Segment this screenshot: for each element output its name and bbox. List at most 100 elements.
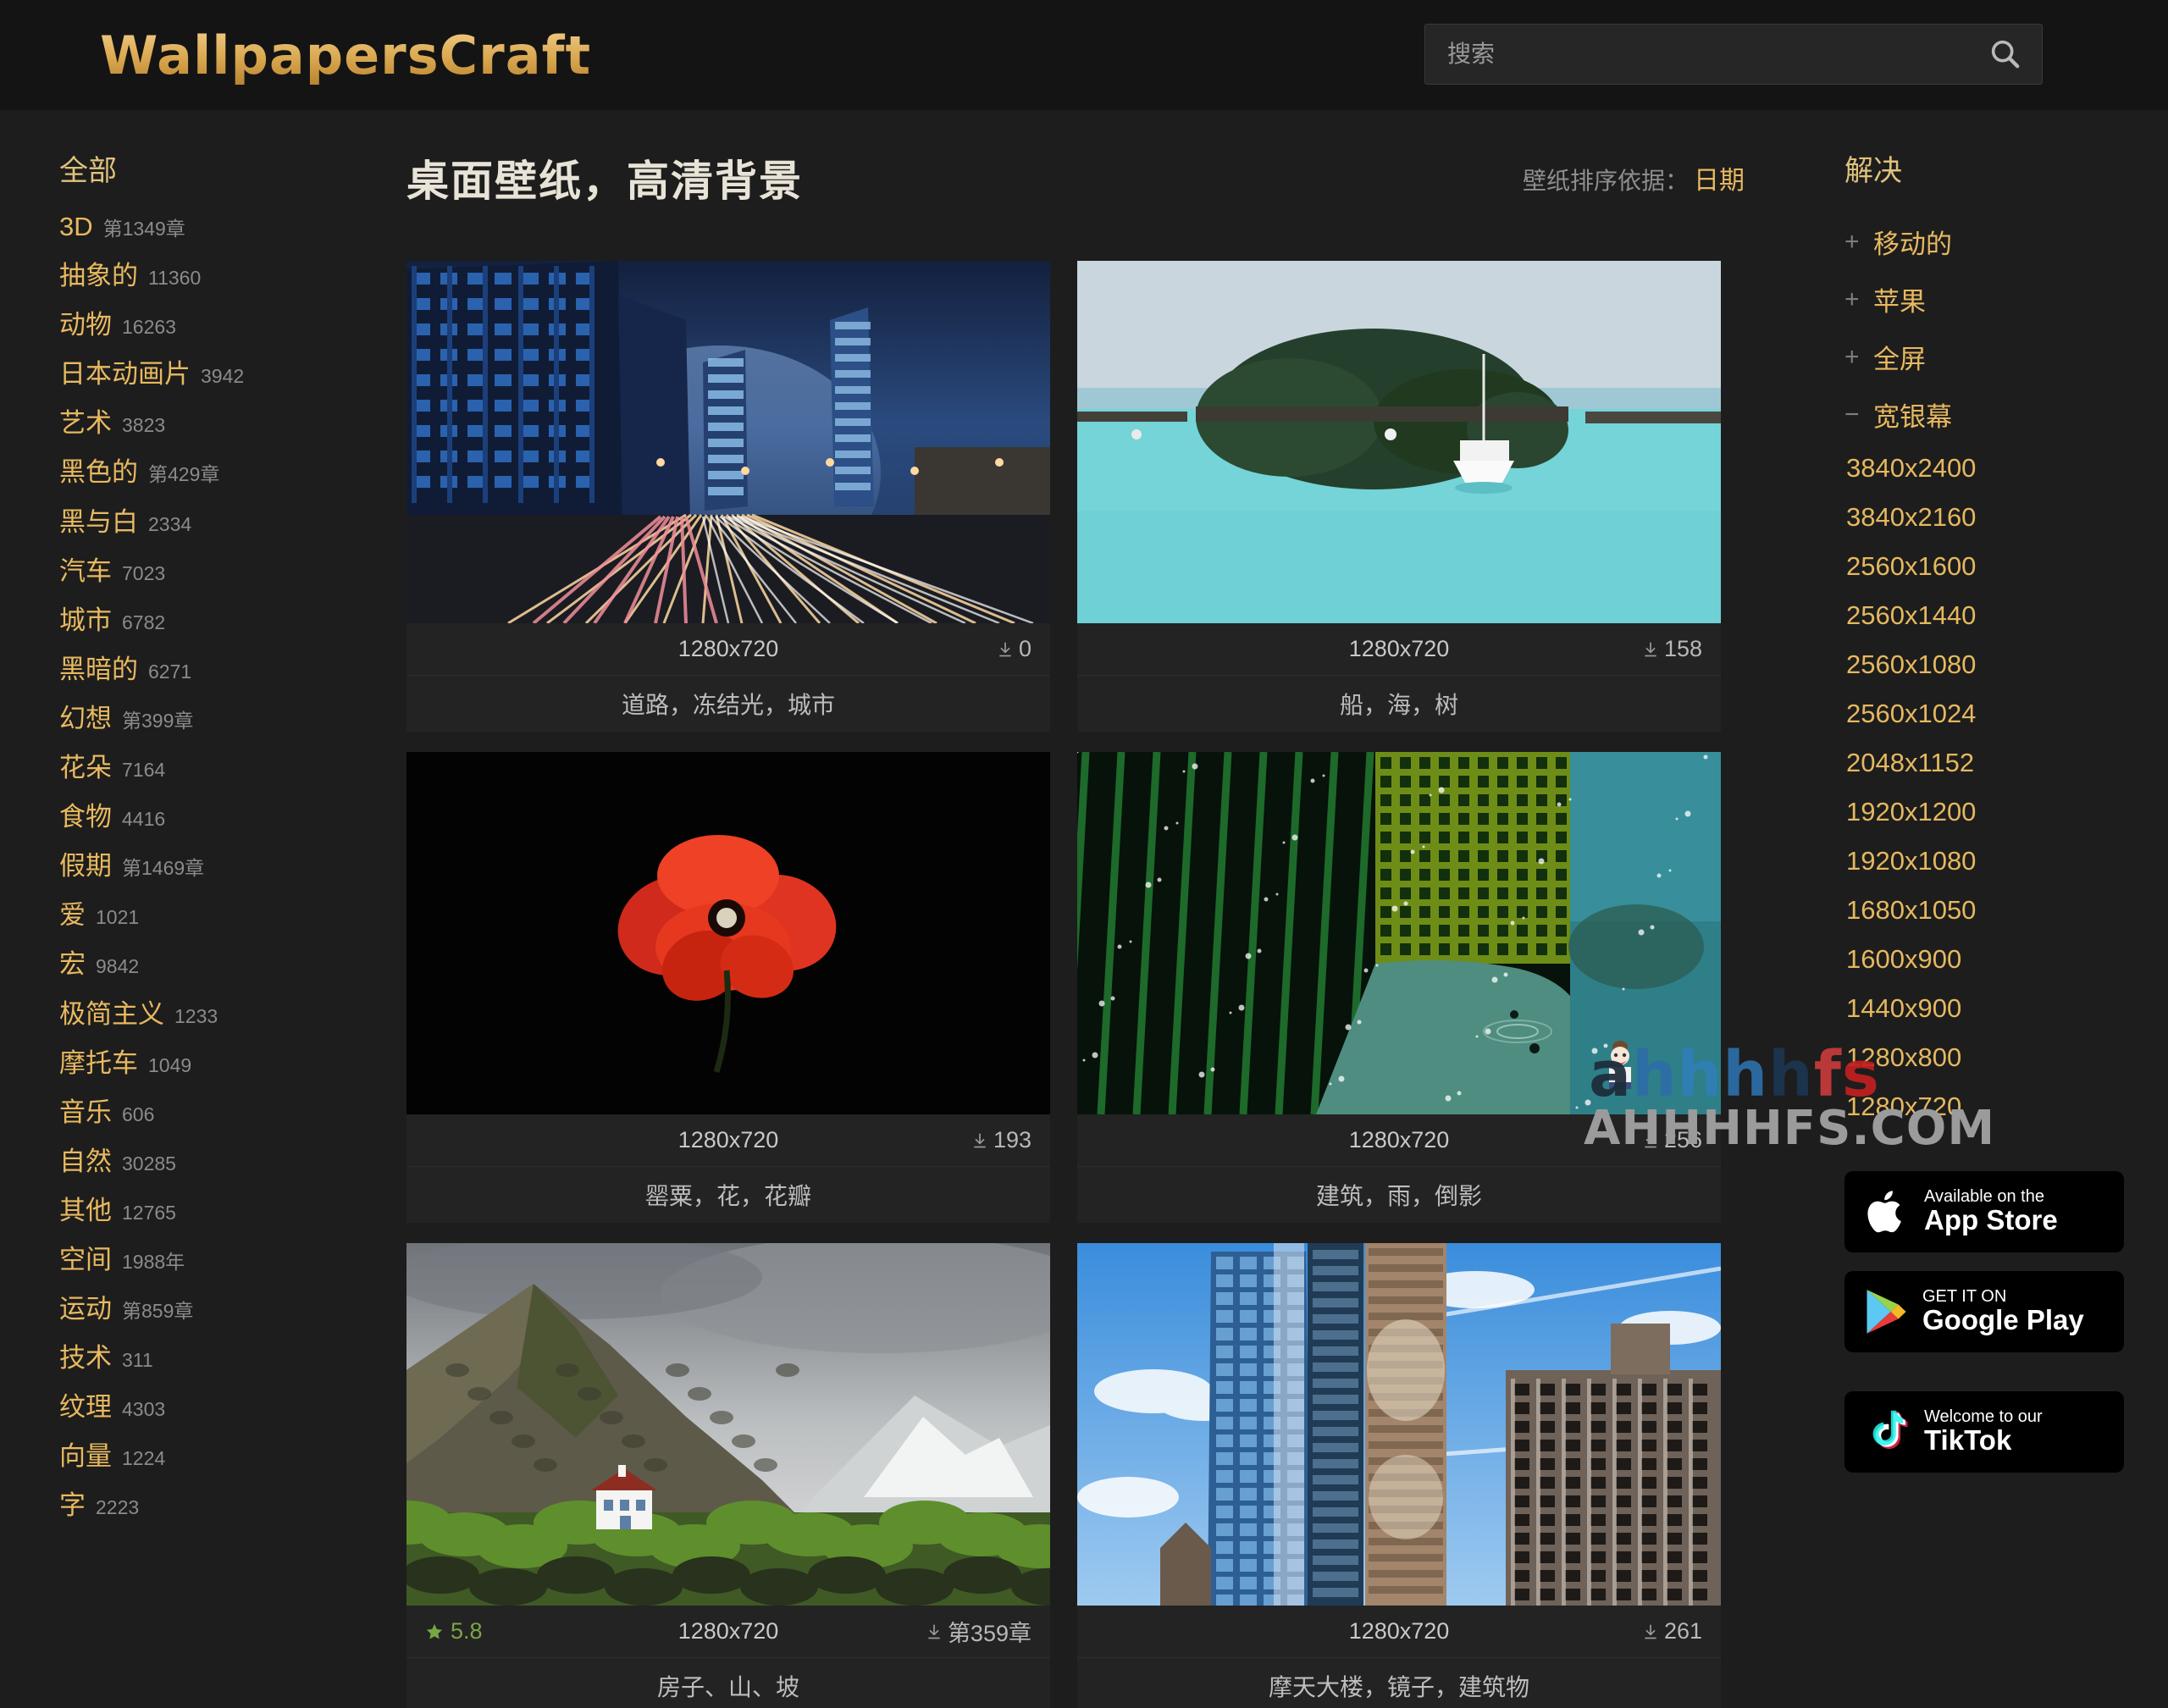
category-item[interactable]: 运动第859章 [59,1295,398,1324]
wallpaper-thumbnail[interactable] [406,752,1050,1114]
resolution-item[interactable]: 2560x1024 [1846,699,2168,729]
search-button[interactable] [1969,25,2042,84]
resolution-item[interactable]: 1680x1050 [1846,895,2168,926]
wallpaper-card[interactable]: 1280x720 0 道路，冻结光，城市 [406,261,1050,732]
app-store-badge[interactable]: Available on the App Store [1844,1171,2124,1252]
wallpaper-thumbnail[interactable] [406,1243,1050,1606]
resolution-item[interactable]: 2560x1440 [1846,600,2168,631]
category-count: 第1469章 [122,858,204,879]
category-item[interactable]: 花朵7164 [59,754,398,782]
resolution-item[interactable]: 1600x900 [1846,944,2168,975]
category-item[interactable]: 纹理4303 [59,1393,398,1422]
wallpaper-thumbnail[interactable] [1077,1243,1721,1606]
expand-toggle-icon[interactable]: − [1844,401,1860,429]
resolution-item[interactable]: 2560x1080 [1846,649,2168,680]
category-name: 音乐 [59,1098,112,1127]
expand-toggle-icon[interactable]: + [1844,228,1860,257]
star-icon [425,1622,444,1641]
resolution-group[interactable]: + 全屏 [1844,338,2168,376]
google-play-badge[interactable]: GET IT ON Google Play [1844,1271,2124,1352]
download-icon [971,1131,988,1150]
category-count: 3823 [122,415,165,436]
wallpaper-card[interactable]: 1280x720 256 建筑，雨，倒影 [1077,752,1721,1223]
category-item[interactable]: 极简主义1233 [59,1000,398,1029]
wallpaper-tags[interactable]: 摩天大楼，镜子，建筑物 [1077,1658,1721,1708]
wallpaper-thumbnail[interactable] [406,261,1050,623]
category-item[interactable]: 3D第1349章 [59,213,398,241]
category-item[interactable]: 字2223 [59,1491,398,1520]
category-item[interactable]: 自然30285 [59,1147,398,1176]
resolution-item[interactable]: 2560x1600 [1846,551,2168,582]
resolution-item[interactable]: 1920x1080 [1846,846,2168,876]
category-count: 第399章 [122,710,193,732]
category-list: 3D第1349章抽象的11360 动物16263 日本动画片3942 艺术3823 黑色… [59,213,398,1521]
expand-toggle-icon[interactable]: + [1844,343,1860,372]
tiktok-badge[interactable]: Welcome to our TikTok [1844,1391,2124,1473]
sidebar-title[interactable]: 全部 [59,147,398,189]
wallpaper-card[interactable]: 1280x720 261 摩天大楼，镜子，建筑物 [1077,1243,1721,1708]
category-item[interactable]: 其他12765 [59,1197,398,1225]
category-item[interactable]: 动物16263 [59,311,398,340]
category-item[interactable]: 黑与白2334 [59,508,398,537]
download-value: 0 [1019,636,1031,662]
category-item[interactable]: 艺术3823 [59,409,398,438]
category-item[interactable]: 幻想第399章 [59,705,398,733]
resolution-item[interactable]: 1920x1200 [1846,797,2168,827]
badge-subtitle: Welcome to our [1924,1408,2043,1426]
category-count: 3942 [201,366,244,387]
wallpaper-tags[interactable]: 房子、山、坡 [406,1658,1050,1708]
category-item[interactable]: 汽车7023 [59,557,398,586]
category-name: 摩托车 [59,1049,138,1078]
wallpaper-card[interactable]: 1280x720 158 船，海，树 [1077,261,1721,732]
category-item[interactable]: 音乐606 [59,1098,398,1127]
category-name: 城市 [59,606,112,635]
category-item[interactable]: 技术311 [59,1344,398,1373]
wallpaper-thumbnail[interactable] [1077,261,1721,623]
wallpaper-tags[interactable]: 道路，冻结光，城市 [406,676,1050,732]
wallpaper-tags[interactable]: 罂粟，花，花瓣 [406,1167,1050,1223]
resolution-item[interactable]: 1280x720 [1846,1092,2168,1122]
resolution-item[interactable]: 3840x2160 [1846,502,2168,533]
category-item[interactable]: 摩托车1049 [59,1049,398,1078]
resolution-item[interactable]: 3840x2400 [1846,453,2168,484]
category-item[interactable]: 黑暗的6271 [59,655,398,684]
expand-toggle-icon[interactable]: + [1844,285,1860,314]
category-item[interactable]: 黑色的第429章 [59,458,398,487]
category-item[interactable]: 食物4416 [59,803,398,832]
wallpaper-card[interactable]: 5.8 1280x720 第359章 房子、山、坡 [406,1243,1050,1708]
download-icon [1642,640,1659,659]
wallpaper-card[interactable]: 1280x720 193 罂粟，花，花瓣 [406,752,1050,1223]
category-item[interactable]: 日本动画片3942 [59,360,398,389]
wallpaper-tags[interactable]: 建筑，雨，倒影 [1077,1167,1721,1223]
category-item[interactable]: 宏9842 [59,950,398,979]
search-box[interactable] [1424,24,2043,85]
category-item[interactable]: 爱1021 [59,901,398,930]
resolution-group[interactable]: − 宽银幕 [1844,395,2168,434]
wallpaper-tags[interactable]: 船，海，树 [1077,676,1721,732]
resolution-group[interactable]: + 苹果 [1844,280,2168,318]
category-name: 食物 [59,803,112,832]
page-root: WallpapersCraft 全部 3D第1349章抽象的11360 动物162… [0,0,2168,1708]
category-item[interactable]: 空间1988年 [59,1246,398,1274]
category-count: 第859章 [122,1301,193,1322]
download-count: 193 [971,1127,1031,1153]
resolution-item[interactable]: 2048x1152 [1846,748,2168,778]
sort-value[interactable]: 日期 [1694,159,1745,196]
category-count: 1224 [122,1448,165,1469]
sort-control[interactable]: 壁纸排序依据： 日期 [1523,159,1745,196]
category-item[interactable]: 假期第1469章 [59,852,398,881]
download-value: 第359章 [948,1615,1031,1648]
category-count: 11360 [148,268,201,289]
resolution-item[interactable]: 1440x900 [1846,993,2168,1024]
category-name: 其他 [59,1197,112,1225]
page-title: 桌面壁纸，高清背景 [406,147,803,208]
category-item[interactable]: 向量1224 [59,1442,398,1471]
category-item[interactable]: 抽象的11360 [59,262,398,290]
resolution-sidebar: 解决 + 移动的+ 苹果+ 全屏− 宽银幕 3840x24003840x2160… [1829,147,2168,1708]
resolution-group[interactable]: + 移动的 [1844,223,2168,261]
category-item[interactable]: 城市6782 [59,606,398,635]
site-logo[interactable]: WallpapersCraft [100,25,591,86]
resolution-item[interactable]: 1280x800 [1846,1042,2168,1073]
category-name: 极简主义 [59,1000,164,1029]
search-input[interactable] [1425,25,1969,84]
